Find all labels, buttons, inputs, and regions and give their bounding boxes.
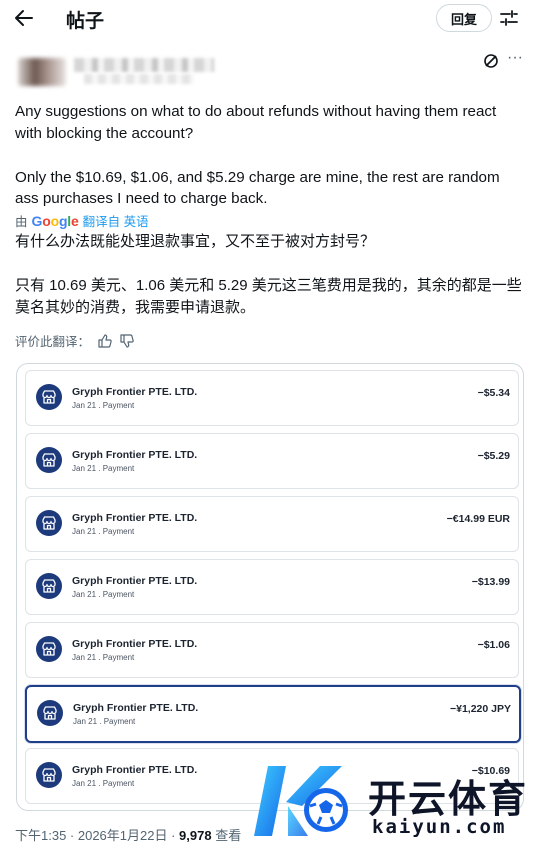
google-logo: Google	[31, 212, 79, 229]
top-bar: 帖子 回复	[0, 0, 538, 36]
merchant-name: Gryph Frontier PTE. LTD.	[72, 575, 198, 587]
store-icon	[36, 762, 62, 788]
translated-body: 有什么办法既能处理退款事宜，又不至于被对方封号？ 只有 10.69 美元、1.0…	[15, 231, 527, 319]
store-icon	[36, 447, 62, 473]
store-icon	[37, 700, 63, 726]
post-timestamp[interactable]: 下午1:35 · 2026年1月22日 ·	[15, 828, 179, 843]
post-paragraph: Only the $10.69, $1.06, and $5.29 charge…	[15, 168, 500, 208]
transaction-row: Gryph Frontier PTE. LTD. Jan 21 . Paymen…	[25, 433, 519, 489]
transaction-row: Gryph Frontier PTE. LTD. Jan 21 . Paymen…	[25, 622, 519, 678]
settings-sliders-icon[interactable]	[500, 9, 518, 27]
translated-from-link[interactable]: 翻译自 英语	[83, 211, 149, 230]
store-icon	[36, 573, 62, 599]
post-timestamp-views: 下午1:35 · 2026年1月22日 · 9,978 查看	[15, 825, 241, 844]
transaction-amount: −$5.29	[477, 450, 510, 462]
merchant-name: Gryph Frontier PTE. LTD.	[73, 702, 199, 714]
author-name-blurred[interactable]	[74, 58, 214, 72]
thumbs-up-icon[interactable]	[98, 333, 112, 348]
back-arrow-icon[interactable]	[14, 9, 34, 27]
thumbs-down-icon[interactable]	[120, 333, 134, 348]
transaction-amount: −$5.34	[477, 387, 510, 399]
transaction-meta: Jan 21 . Payment	[72, 464, 135, 473]
kaiyun-logo-icon	[254, 766, 348, 836]
rate-translation-row: 评价此翻译：	[15, 331, 134, 350]
transaction-row: Gryph Frontier PTE. LTD. Jan 21 . Paymen…	[25, 559, 519, 615]
kaiyun-watermark: 开云体育 kaiyun.com	[250, 762, 530, 840]
store-icon	[36, 510, 62, 536]
transaction-amount: −€14.99 EUR	[446, 513, 510, 525]
rate-translation-label: 评价此翻译：	[15, 335, 91, 349]
translated-by-prefix: 由	[15, 215, 28, 229]
transaction-meta: Jan 21 . Payment	[73, 717, 136, 726]
author-handle-blurred	[84, 74, 194, 84]
transaction-meta: Jan 21 . Payment	[72, 401, 135, 410]
transaction-row: Gryph Frontier PTE. LTD. Jan 21 . Paymen…	[25, 370, 519, 426]
translated-paragraph: 只有 10.69 美元、1.06 美元和 5.29 美元这三笔费用是我的，其余的…	[15, 277, 522, 316]
transaction-meta: Jan 21 . Payment	[72, 779, 135, 788]
transaction-row-selected: Gryph Frontier PTE. LTD. Jan 21 . Paymen…	[25, 685, 521, 743]
transaction-amount: −$1.06	[477, 639, 510, 651]
transaction-meta: Jan 21 . Payment	[72, 590, 135, 599]
author-row[interactable]	[14, 48, 534, 92]
translated-paragraph: 有什么办法既能处理退款事宜，又不至于被对方封号？	[15, 233, 376, 250]
page-title: 帖子	[66, 11, 105, 32]
post-image[interactable]: Gryph Frontier PTE. LTD. Jan 21 . Paymen…	[16, 363, 524, 811]
transaction-row: Gryph Frontier PTE. LTD. Jan 21 . Paymen…	[25, 496, 519, 552]
views-label: 查看	[211, 828, 242, 843]
transaction-meta: Jan 21 . Payment	[72, 653, 135, 662]
post-paragraph: Any suggestions on what to do about refu…	[15, 103, 497, 142]
views-count: 9,978	[179, 828, 212, 843]
merchant-name: Gryph Frontier PTE. LTD.	[72, 449, 198, 461]
watermark-subtitle: kaiyun.com	[372, 816, 507, 838]
merchant-name: Gryph Frontier PTE. LTD.	[72, 764, 198, 776]
merchant-name: Gryph Frontier PTE. LTD.	[72, 512, 198, 524]
post-body: Any suggestions on what to do about refu…	[15, 101, 527, 210]
merchant-name: Gryph Frontier PTE. LTD.	[72, 638, 198, 650]
store-icon	[36, 636, 62, 662]
store-icon	[36, 384, 62, 410]
avatar[interactable]	[18, 58, 66, 86]
merchant-name: Gryph Frontier PTE. LTD.	[72, 386, 198, 398]
transaction-meta: Jan 21 . Payment	[72, 527, 135, 536]
translation-attribution: 由 Google 翻译自 英语	[15, 211, 149, 230]
transaction-amount: −$13.99	[471, 576, 510, 588]
grok-icon[interactable]	[483, 53, 499, 69]
transaction-amount: −¥1,220 JPY	[449, 703, 511, 715]
reply-button[interactable]: 回复	[436, 4, 492, 32]
more-options-icon[interactable]: ···	[507, 50, 525, 69]
watermark-title: 开云体育	[368, 779, 529, 821]
